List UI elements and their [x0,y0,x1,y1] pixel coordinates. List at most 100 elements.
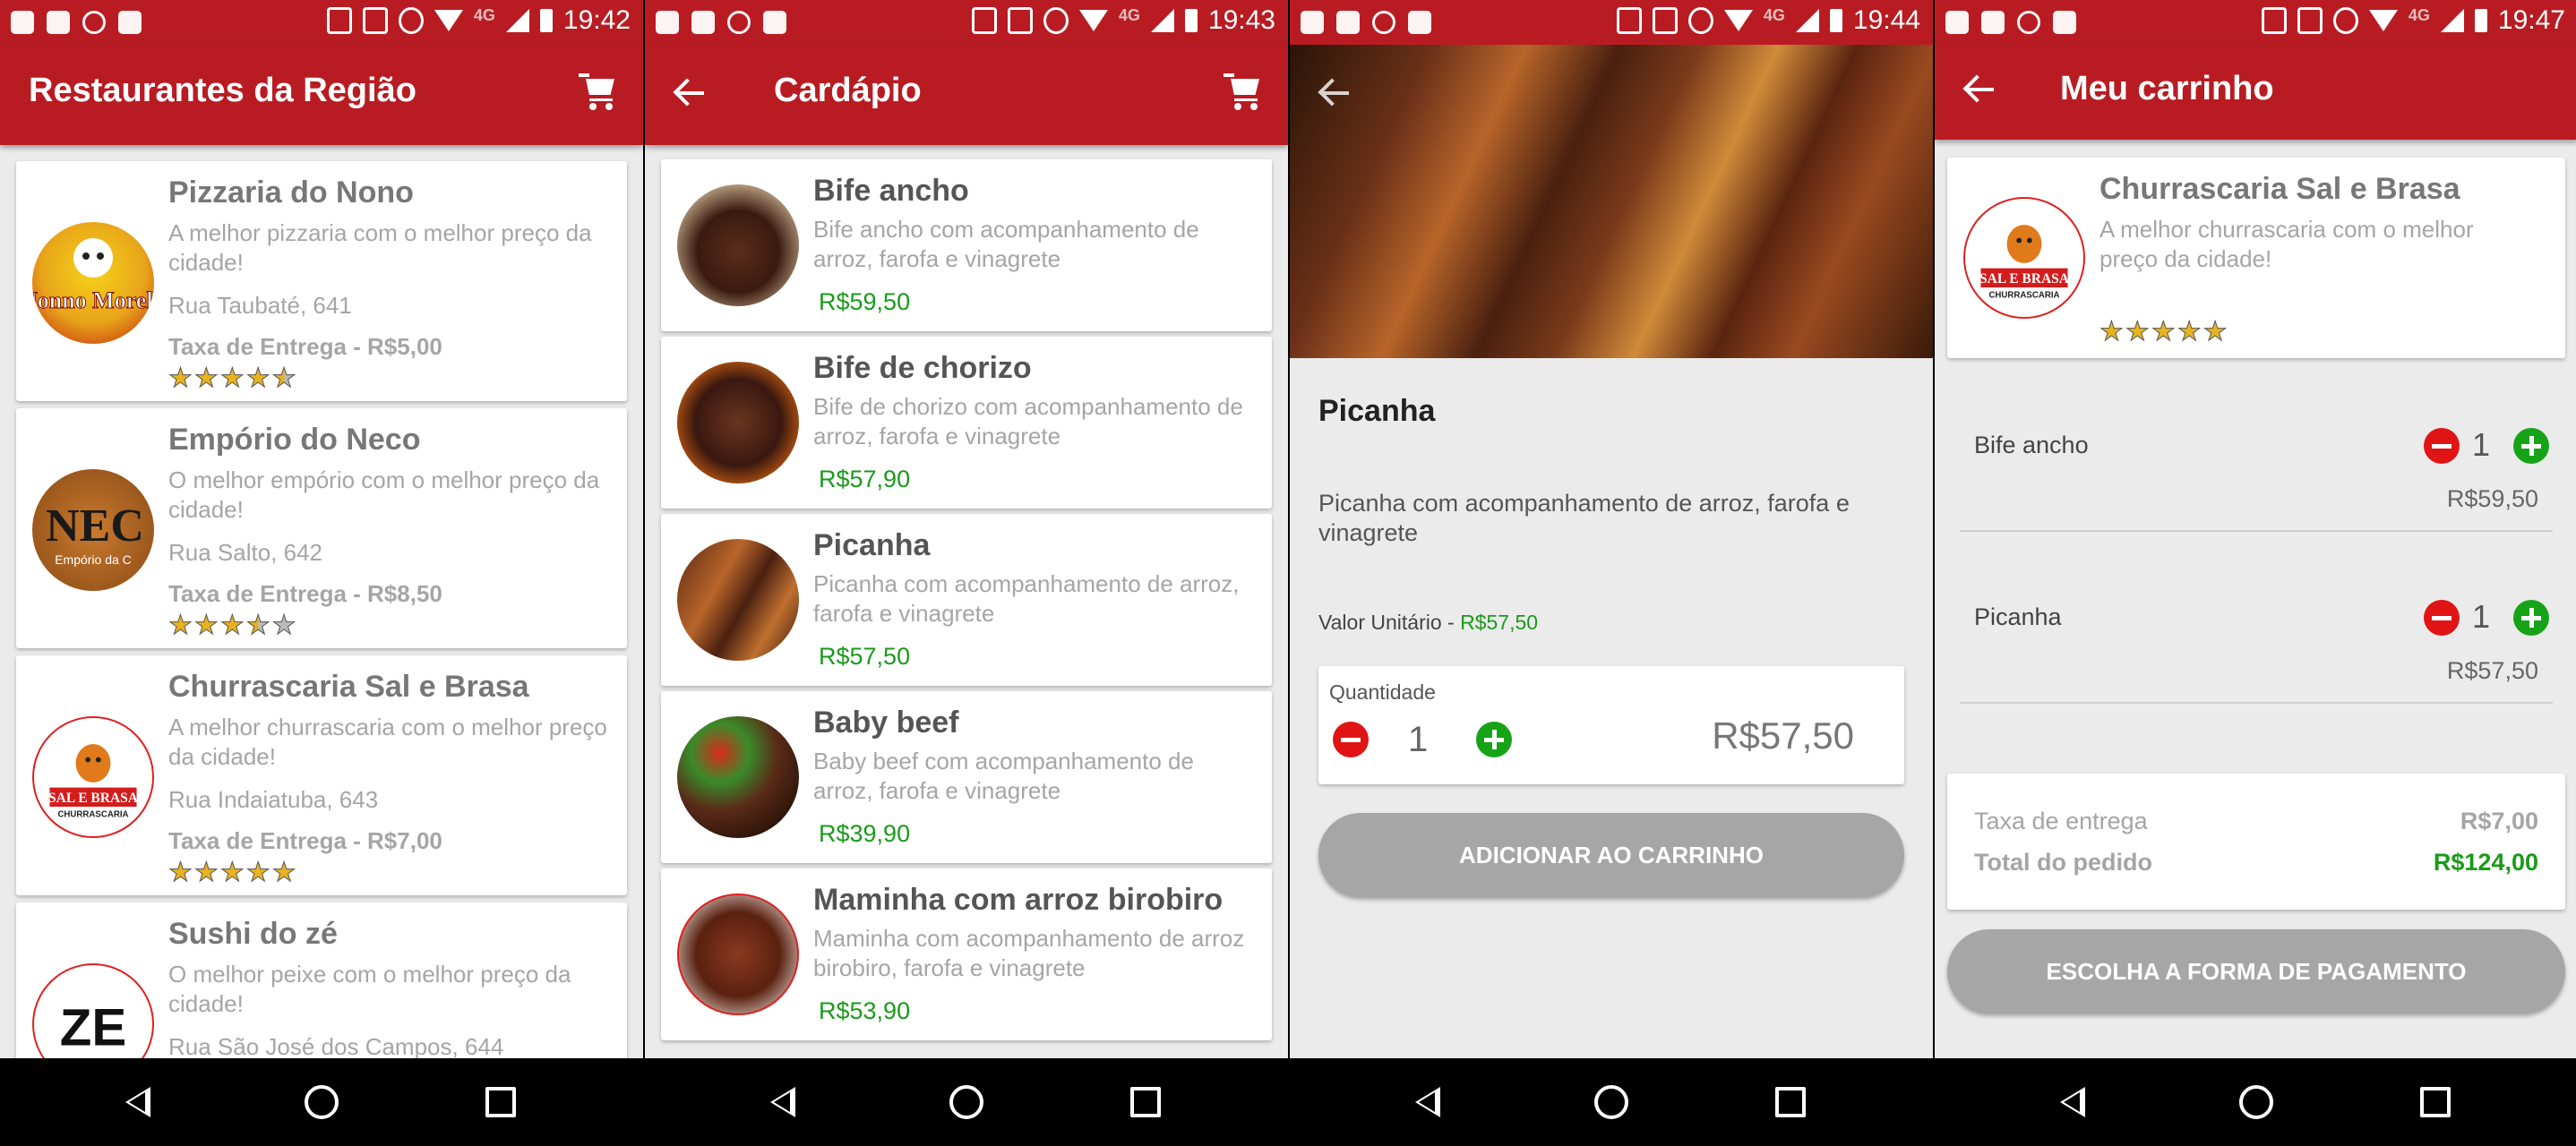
menu-item-card[interactable]: Bife ancho Bife ancho com acompanhamento… [661,159,1272,331]
dish-price: R$59,50 [819,288,911,315]
menu-list[interactable]: Bife ancho Bife ancho com acompanhamento… [645,145,1288,1058]
alarm-icon [1043,7,1069,34]
restaurant-description: O melhor empório com o melhor preço da c… [168,466,600,523]
status-time: 19:42 [562,5,631,35]
notification-icon [2053,11,2076,34]
cart-icon[interactable] [579,72,618,111]
back-arrow-icon[interactable] [1962,72,1997,107]
add-to-cart-button[interactable]: ADICIONAR AO CARRINHO [1318,813,1904,897]
battery-icon [1184,9,1198,32]
nav-back-icon[interactable] [125,1087,150,1117]
back-arrow-icon[interactable] [672,75,708,111]
star-icon: ★ [245,858,270,887]
half-star-icon: ★ [245,611,270,640]
dish-photo [677,716,799,838]
nav-recents-icon[interactable] [2420,1087,2451,1117]
notification-icon [118,11,142,34]
star-icon: ★ [219,363,245,393]
quantity-value: 1 [1408,720,1429,759]
restaurant-description: A melhor churrascaria com o melhor preço… [168,714,607,770]
restaurant-logo: SAL E BRASA CHURRASCARIA [1963,197,2085,319]
increase-quantity-button[interactable] [2513,600,2549,636]
menu-item-card[interactable]: Bife de chorizo Bife de chorizo com acom… [661,337,1272,509]
half-star-icon: ★ [271,363,296,393]
location-icon [1616,7,1642,34]
screen-product-detail: 4G 19:44 Picanha Picanha com acompanhame… [1290,0,1933,1146]
star-icon: ★ [2151,317,2176,346]
restaurant-list[interactable]: Nonno Morelli Pizzaria do Nono A melhor … [0,145,643,1058]
network-type: 4G [1118,5,1140,24]
clock-icon [2017,11,2040,34]
nav-home-icon[interactable] [949,1085,983,1119]
nav-recents-icon[interactable] [1775,1087,1806,1117]
nav-back-icon[interactable] [2060,1087,2085,1117]
nav-back-icon[interactable] [1415,1087,1440,1117]
star-icon: ★ [193,363,219,393]
dish-description: Picanha com acompanhamento de arroz, far… [813,570,1240,627]
battery-icon [1829,9,1842,32]
nav-recents-icon[interactable] [1130,1087,1161,1117]
menu-item-card[interactable]: Maminha com arroz birobiro Maminha com a… [661,868,1272,1040]
status-time: 19:47 [2497,5,2565,35]
notification-icons [1301,11,1431,34]
clock-icon [82,11,106,34]
page-title: Meu carrinho [2060,70,2274,107]
restaurant-card-churrascaria[interactable]: SAL E BRASA CHURRASCARIA Churrascaria Sa… [16,655,627,895]
choose-payment-button[interactable]: ESCOLHA A FORMA DE PAGAMENTO [1947,929,2565,1013]
menu-item-card[interactable]: Picanha Picanha com acompanhamento de ar… [661,514,1272,686]
signal-icon [1795,9,1819,32]
dish-photo [677,362,799,483]
decrease-quantity-button[interactable] [2424,600,2460,636]
screen-cart: 4G 19:47 Meu carrinho SAL E BRASA CHURRA… [1935,0,2576,1146]
restaurant-card-pizzaria[interactable]: Nonno Morelli Pizzaria do Nono A melhor … [16,161,627,401]
dish-description: Bife de chorizo com acompanhamento de ar… [813,393,1243,449]
screen-menu: 4G 19:43 Cardápio Bife ancho Bife ancho … [645,0,1288,1146]
back-arrow-icon[interactable] [1317,75,1352,111]
cart-item-name: Bife ancho [1974,432,2089,458]
nav-recents-icon[interactable] [485,1087,516,1117]
restaurant-address: Rua Salto, 642 [168,539,323,566]
wifi-icon [1078,10,1108,31]
logo-subtext: CHURRASCARIA [57,810,128,820]
rating-stars: ★ ★ ★ ★ ★ [168,611,297,640]
dish-photo [677,539,799,661]
decrease-quantity-button[interactable] [1333,722,1369,757]
increase-quantity-button[interactable] [2513,428,2549,464]
increase-quantity-button[interactable] [1476,722,1512,757]
logo-text: NEC [46,500,144,552]
restaurant-logo: NEC Empório da C [32,469,154,591]
screen-restaurants: 4G 19:42 Restaurantes da Região Nonno Mo… [0,0,643,1146]
restaurant-card-emporio[interactable]: NEC Empório da C Empório do Neco O melho… [16,408,627,648]
dish-name: Bife de chorizo [813,351,1032,385]
nav-home-icon[interactable] [305,1085,339,1119]
product-name: Picanha [1318,394,1436,428]
nav-home-icon[interactable] [2239,1085,2273,1119]
restaurant-address: Rua Indaiatuba, 643 [168,786,379,813]
decrease-quantity-button[interactable] [2424,428,2460,464]
restaurant-description: A melhor churrascaria com o melhor preço… [2099,216,2474,272]
nav-back-icon[interactable] [770,1087,795,1117]
alarm-icon [1687,7,1713,34]
cart-icon[interactable] [1224,72,1263,111]
restaurant-address: Rua São José dos Campos, 644 [168,1033,504,1058]
battery-icon [2474,9,2487,32]
wifi-icon [2368,10,2398,31]
nav-home-icon[interactable] [1594,1085,1628,1119]
restaurant-card-sushi[interactable]: ZE Sushi do zé O melhor peixe com o melh… [16,902,627,1058]
menu-item-card[interactable]: Baby beef Baby beef com acompanhamento d… [661,691,1272,863]
vibrate-icon [1007,7,1033,34]
star-icon: ★ [245,363,270,393]
divider [1960,530,2553,532]
message-icon [1301,11,1324,34]
delivery-value: R$7,00 [2460,808,2538,834]
restaurant-description: O melhor peixe com o melhor preço da cid… [168,961,571,1017]
status-bar: 4G 19:42 [0,0,643,45]
delivery-label: Taxa de entrega [1974,808,2148,834]
restaurant-name: Sushi do zé [168,917,338,951]
location-icon [326,7,352,34]
restaurant-name: Churrascaria Sal e Brasa [168,670,529,704]
logo-text: SAL E BRASA [48,791,139,806]
dish-description: Bife ancho com acompanhamento de arroz, … [813,216,1199,272]
notification-icons [11,11,142,34]
facebook-icon [47,11,70,34]
